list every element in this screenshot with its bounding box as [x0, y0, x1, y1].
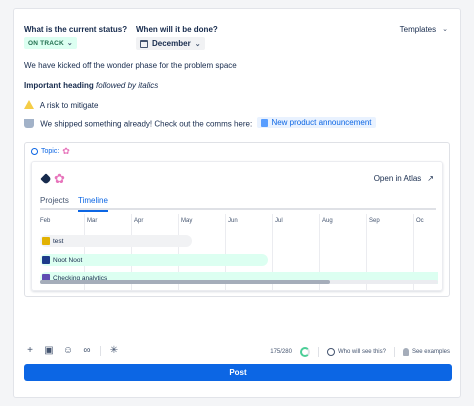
chevron-down-icon: ⌄ — [194, 40, 201, 48]
month-label: May — [181, 218, 193, 224]
topic-label[interactable]: Topic: ✿ — [31, 146, 70, 156]
editor-toolbar: + ▣ ☺ ∞ ✳ — [24, 345, 120, 356]
warning-icon — [24, 100, 34, 109]
shipped-text: We shipped something already! Check out … — [40, 119, 253, 129]
post-button[interactable]: Post — [24, 364, 452, 381]
image-icon[interactable]: ▣ — [43, 345, 55, 356]
timeline-bar-label: Noot Noot — [53, 256, 83, 264]
see-examples-button[interactable]: See examples — [402, 348, 450, 356]
scrollbar-thumb[interactable] — [40, 280, 330, 284]
update-composer: What is the current status? ON TRACK ⌄ W… — [13, 8, 461, 398]
month-label: Jul — [275, 218, 283, 224]
risk-line[interactable]: A risk to mitigate — [24, 99, 98, 110]
status-question-label: What is the current status? — [24, 25, 128, 34]
announcement-link-label: New product announcement — [271, 118, 372, 127]
chevron-down-icon: ⌄ — [442, 26, 448, 33]
month-label: Aug — [322, 218, 333, 224]
toolbar-divider — [317, 347, 319, 357]
body-heading-line[interactable]: Important heading followed by italics — [24, 81, 158, 90]
templates-dropdown[interactable]: Templates ⌄ — [400, 25, 448, 34]
ai-sparkle-icon[interactable]: ✳ — [108, 345, 120, 356]
who-will-see-button[interactable]: Who will see this? — [326, 348, 386, 356]
announcement-link[interactable]: New product announcement — [257, 117, 376, 128]
atlas-card: ✿ Open in Atlas ↗ Projects Timeline Feb … — [31, 161, 443, 291]
globe-icon — [31, 147, 38, 155]
month-label: Mar — [87, 218, 98, 224]
ship-icon — [24, 118, 34, 128]
risk-text: A risk to mitigate — [39, 101, 99, 110]
toolbar-divider — [100, 345, 101, 356]
link-icon[interactable]: ∞ — [81, 345, 93, 356]
heading-italic-text: followed by italics — [96, 81, 159, 90]
character-progress-ring — [299, 347, 310, 357]
open-in-atlas-label: Open in Atlas — [373, 174, 422, 183]
timeline-bar[interactable]: Noot Noot — [40, 254, 268, 266]
tab-timeline[interactable]: Timeline — [78, 196, 108, 212]
heading-bold-text: Important heading — [24, 81, 94, 90]
who-will-see-label: Who will see this? — [337, 349, 386, 355]
tab-projects[interactable]: Projects — [40, 196, 69, 205]
project-icon — [42, 237, 50, 245]
chevron-down-icon: ⌄ — [66, 40, 73, 47]
month-label: Oc — [416, 218, 424, 224]
document-icon — [261, 118, 269, 127]
due-date-dropdown[interactable]: December ⌄ — [136, 37, 205, 50]
timeline-bar-label: test — [53, 237, 64, 245]
flower-icon: ✿ — [62, 146, 70, 156]
lightbulb-icon — [402, 348, 409, 356]
timeline-chart: Feb Mar Apr May Jun Jul Aug Sep Oc test … — [32, 214, 442, 290]
calendar-icon — [140, 39, 148, 48]
timeline-bar[interactable]: test — [40, 235, 192, 247]
toolbar-divider — [393, 347, 395, 357]
character-count: 175/280 — [270, 349, 292, 355]
tag-icon — [40, 173, 52, 185]
month-label: Sep — [369, 218, 380, 224]
external-link-icon: ↗ — [427, 174, 434, 183]
help-icon — [326, 348, 335, 356]
open-in-atlas-link[interactable]: Open in Atlas ↗ — [374, 174, 434, 183]
horizontal-scrollbar[interactable] — [40, 280, 438, 284]
see-examples-label: See examples — [411, 349, 450, 355]
month-label: Apr — [134, 218, 144, 224]
topic-embed: Topic: ✿ ✿ Open in Atlas ↗ Projects Time… — [24, 142, 450, 297]
due-value: December — [152, 39, 191, 48]
templates-label: Templates — [399, 25, 437, 34]
status-dropdown[interactable]: ON TRACK ⌄ — [24, 37, 77, 49]
month-label: Feb — [40, 218, 51, 224]
emoji-icon[interactable]: ☺ — [62, 345, 74, 356]
status-value: ON TRACK — [28, 39, 64, 47]
project-icon — [42, 256, 50, 264]
due-question-label: When will it be done? — [136, 25, 218, 34]
topic-label-text: Topic: — [41, 147, 60, 155]
plus-icon[interactable]: + — [24, 345, 36, 356]
flower-icon: ✿ — [54, 171, 65, 186]
embed-tabs: Projects Timeline — [40, 196, 436, 212]
composer-meta: 175/280 Who will see this? See examples — [270, 347, 450, 357]
shipped-line[interactable]: We shipped something already! Check out … — [24, 117, 376, 129]
body-intro[interactable]: We have kicked off the wonder phase for … — [24, 61, 237, 70]
month-label: Jun — [228, 218, 238, 224]
